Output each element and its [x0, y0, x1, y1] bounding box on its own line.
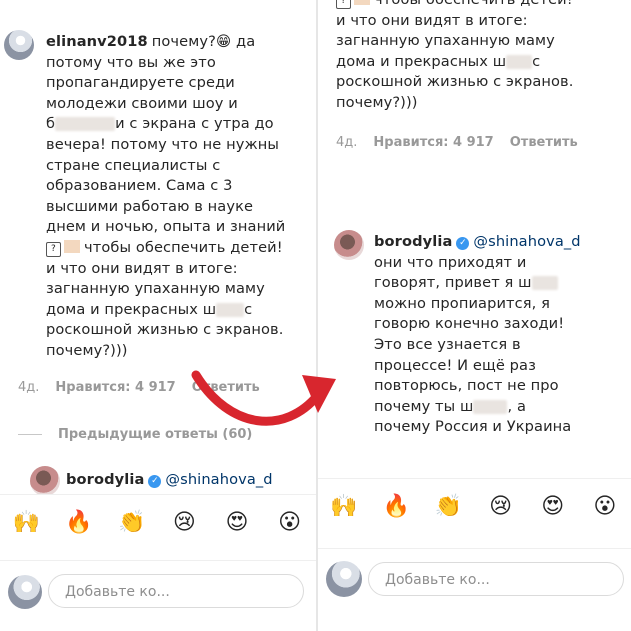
comment-line-b-post: с	[532, 52, 541, 70]
reply-username[interactable]: borodylia	[374, 233, 452, 250]
blurred-text	[216, 302, 245, 317]
comment-line-f-pre: дома и прекрасных ш	[46, 300, 217, 318]
comment-username[interactable]: elinanv2018	[46, 33, 148, 50]
heart-eyes-emoji[interactable]: 😍	[538, 492, 568, 522]
comment-lines-e: и что они видят в итоге: загнанную упаха…	[46, 259, 265, 298]
crying-emoji[interactable]: 😢	[169, 508, 199, 538]
reply-line-1: они что приходят и говорят, привет я ш	[374, 253, 532, 292]
reply-button[interactable]: Ответить	[510, 135, 578, 150]
comment-lines-a: и что они видят в итоге: загнанную упаха…	[336, 11, 555, 50]
verified-badge-icon: ✓	[148, 475, 162, 488]
surprised-emoji[interactable]: 😮	[590, 492, 620, 522]
comment-input-row: Добавьте ко...	[318, 548, 631, 609]
reply-line-b-post: , а	[507, 397, 527, 415]
mention-link[interactable]: @shinahova_d	[165, 471, 272, 488]
raised-hands-emoji[interactable]: 🙌	[329, 492, 359, 522]
skin-tone-icon	[354, 0, 370, 5]
comment-input-row: Добавьте ко...	[0, 560, 316, 621]
blurred-text	[55, 117, 116, 132]
reply-lines-c: почему Россия и Украина	[374, 418, 572, 436]
avatar[interactable]	[4, 30, 34, 60]
comment-line-b-post: и с экрана с утра до	[115, 115, 274, 133]
reply-username[interactable]: borodylia	[66, 471, 144, 488]
user-avatar	[326, 561, 362, 597]
clapping-emoji[interactable]: 👏	[117, 508, 147, 538]
skin-tone-icon	[64, 239, 80, 253]
raised-hands-emoji[interactable]: 🙌	[11, 508, 41, 538]
fire-emoji[interactable]: 🔥	[64, 508, 94, 538]
crying-emoji[interactable]: 😢	[486, 492, 516, 522]
reply-body: borodylia ✓ @shinahova_d они что приходят …	[374, 232, 630, 438]
blurred-text	[506, 54, 533, 69]
comment-line-f-post: с	[244, 300, 253, 318]
left-screenshot-panel: elinanv2018 почему?😁 да потому что вы же …	[0, 0, 316, 631]
red-arrow-icon	[191, 370, 336, 426]
comment-line1-end: да	[236, 33, 256, 50]
mention-link[interactable]: @shinahova_d	[473, 233, 580, 250]
clapping-emoji[interactable]: 👏	[433, 492, 463, 522]
comment-line-d: чтобы обеспечить детей!	[84, 238, 283, 256]
emoji-quick-bar: 🙌 🔥 👏 😢 😍 😮	[318, 478, 631, 535]
reply-avatar[interactable]	[30, 466, 60, 496]
likes-count[interactable]: Нравится: 4 917	[55, 380, 175, 395]
heart-eyes-emoji[interactable]: 😍	[222, 508, 252, 538]
reply-header: borodylia ✓ @shinahova_d	[66, 470, 316, 491]
comment-body: ? чтобы обеспечить детей! и что они видят…	[336, 0, 626, 114]
verified-badge-icon: ✓	[456, 237, 470, 250]
surprised-emoji[interactable]: 😮	[275, 508, 305, 538]
comment-body: elinanv2018 почему?😁 да потому что вы же …	[46, 32, 314, 362]
right-screenshot-panel: ? чтобы обеспечить детей! и что они видят…	[316, 0, 631, 631]
user-avatar	[8, 575, 42, 609]
reply-line-b-pre: почему ты ш	[374, 397, 474, 415]
grin-emoji: 😁	[215, 33, 232, 50]
comment-input[interactable]: Добавьте ко...	[48, 574, 304, 608]
comment-time: 4д.	[18, 380, 40, 395]
comment-lines-c: вечера! потому что не нужны стране специ…	[46, 135, 286, 236]
comment-input[interactable]: Добавьте ко...	[368, 562, 624, 596]
comment-line-top: чтобы обеспечить детей!	[374, 0, 573, 8]
reply-lines-a: можно пропиарится, я говорю конечно захо…	[374, 294, 565, 395]
emoji-quick-bar: 🙌 🔥 👏 😢 😍 😮	[0, 494, 316, 551]
fire-emoji[interactable]: 🔥	[381, 492, 411, 522]
comment-meta: 4д. Нравится: 4 917 Ответить	[336, 135, 594, 150]
blurred-text	[531, 276, 558, 291]
question-box-icon: ?	[46, 241, 61, 257]
divider-line	[18, 434, 42, 435]
likes-count[interactable]: Нравится: 4 917	[373, 135, 493, 150]
comment-line-b-pre: дома и прекрасных ш	[336, 52, 507, 70]
comment-line-b-pre: б	[46, 115, 56, 133]
blurred-text	[473, 399, 508, 414]
comment-line1: почему?	[151, 33, 216, 50]
question-box-icon: ?	[336, 0, 351, 9]
comment-lines-a: потому что вы же это пропагандируете сре…	[46, 53, 238, 112]
comment-time: 4д.	[336, 135, 358, 150]
reply-avatar[interactable]	[334, 230, 364, 260]
comment-lines-c: роскошной жизнью с экранов. почему?)))	[336, 73, 574, 111]
